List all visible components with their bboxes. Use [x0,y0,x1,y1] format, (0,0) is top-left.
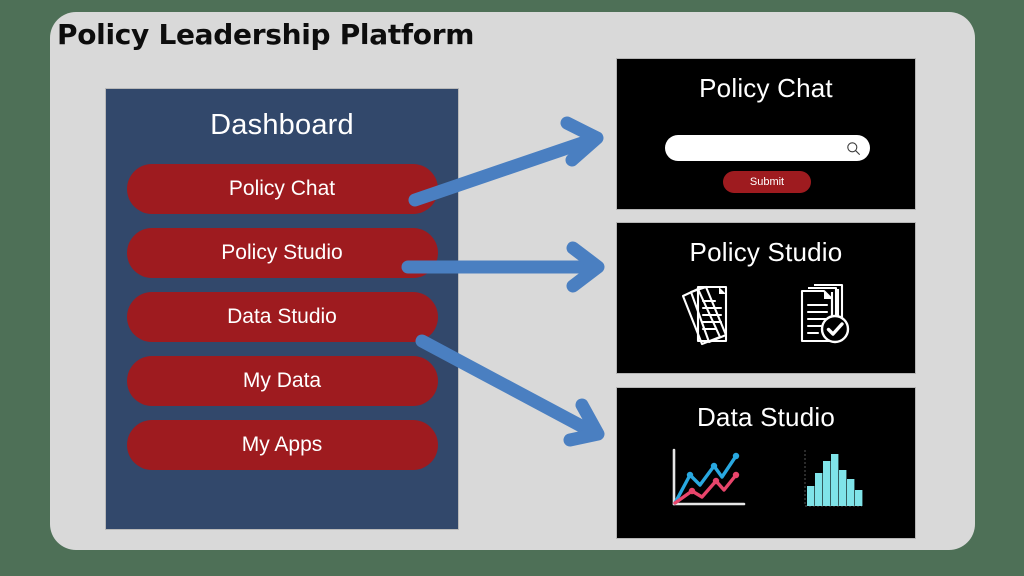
policy-chat-panel: Policy Chat Submit [616,58,916,210]
sidebar-item-policy-chat[interactable]: Policy Chat [126,164,438,214]
submit-button[interactable]: Submit [723,171,811,193]
data-studio-icon-row [617,444,915,514]
document-approved-check-icon [800,283,850,344]
document-stack-icon [681,285,728,346]
sidebar-item-my-data[interactable]: My Data [126,356,438,406]
screenshot-root: Policy Leadership Platform Dashboard Pol… [0,0,1024,576]
search-bar[interactable] [665,135,870,161]
policy-studio-panel: Policy Studio [616,222,916,374]
sidebar-item-label: Policy Chat [228,177,336,200]
sidebar-item-policy-studio[interactable]: Policy Studio [126,228,438,278]
data-studio-title: Data Studio [696,402,836,432]
bar-chart-icon [804,450,863,507]
sidebar-item-my-apps[interactable]: My Apps [126,420,438,470]
sidebar-title: Dashboard [210,109,354,141]
policy-chat-title: Policy Chat [699,73,833,103]
data-studio-panel: Data Studio [616,387,916,539]
sidebar-item-label: My Apps [241,433,323,456]
search-input[interactable] [665,135,870,161]
policy-studio-icon-row [617,279,915,349]
sidebar-item-label: Data Studio [227,305,337,328]
sidebar-item-label: Policy Studio [221,241,343,264]
policy-studio-title: Policy Studio [689,237,843,267]
dashboard-sidebar: Dashboard Policy Chat Policy Studio Data… [105,88,459,530]
sidebar-item-label: My Data [242,369,322,392]
sidebar-nav-list: Policy Chat Policy Studio Data Studio My… [106,164,458,470]
line-chart-icon [672,448,746,506]
page-title: Policy Leadership Platform [57,18,475,51]
sidebar-item-data-studio[interactable]: Data Studio [126,292,438,342]
